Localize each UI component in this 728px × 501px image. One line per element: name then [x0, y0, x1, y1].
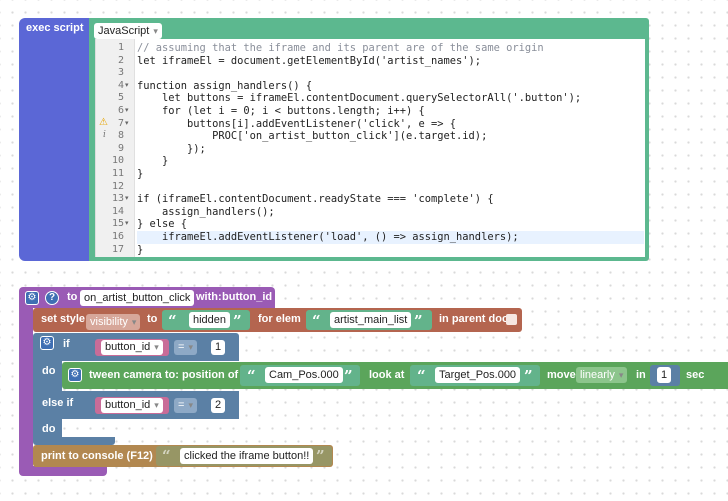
- quote-open-icon: “: [247, 367, 256, 385]
- do-label: do: [42, 423, 56, 435]
- line-number: 16: [111, 230, 124, 242]
- line-number: 15: [111, 218, 124, 230]
- line-numbers: 1 2 3 4 5 6 7 8 9 10 11 12 13 14 15 16 17: [96, 42, 124, 256]
- fold-markers: ▾ ▾ ▾ ▾ ▾: [125, 42, 135, 231]
- code-line[interactable]: iframeEl.addEventListener('load', () => …: [137, 230, 644, 244]
- line-number: 1: [117, 42, 124, 53]
- code-line[interactable]: } else {: [137, 218, 644, 231]
- line-number: 11: [111, 167, 124, 179]
- fold-arrow-icon[interactable]: ▾: [125, 218, 135, 231]
- gear-icon[interactable]: ⚙: [68, 368, 82, 382]
- line-number: 10: [111, 155, 124, 167]
- language-dropdown[interactable]: JavaScript: [94, 23, 162, 39]
- fold-arrow-icon[interactable]: ▾: [125, 80, 135, 93]
- line-number: 6: [117, 104, 124, 116]
- print-console-label: print to console (F12): [41, 450, 153, 462]
- quote-close-icon: ”: [524, 367, 533, 385]
- code-line[interactable]: [137, 181, 644, 194]
- camera-position-field[interactable]: Cam_Pos.000: [265, 367, 343, 383]
- line-number: 3: [117, 67, 124, 79]
- quote-open-icon: “: [312, 312, 321, 330]
- exec-script-block[interactable]: exec script JavaScript ⚠ i 1234567891011…: [19, 18, 649, 261]
- language-selector[interactable]: JavaScript: [94, 21, 162, 39]
- procedure-to-label: to: [67, 291, 78, 303]
- do-label: do: [42, 365, 56, 377]
- quote-open-icon: “: [168, 312, 177, 330]
- line-number: 4: [117, 79, 124, 91]
- code-line[interactable]: if (iframeEl.contentDocument.readyState …: [137, 193, 644, 206]
- code-line[interactable]: function assign_handlers() {: [137, 80, 644, 93]
- procedure-name-field[interactable]: on_artist_button_click: [80, 290, 195, 306]
- compare-op-dropdown[interactable]: =: [174, 398, 197, 413]
- quote-close-icon: ”: [414, 312, 423, 330]
- if-bottom-bar: [33, 437, 115, 445]
- tween-camera-label: tween camera to:: [89, 369, 179, 381]
- code-line[interactable]: }: [137, 244, 644, 257]
- number-field[interactable]: 2: [211, 398, 226, 413]
- code-line[interactable]: let iframeEl = document.getElementById('…: [137, 55, 644, 68]
- fold-arrow-icon[interactable]: ▾: [125, 105, 135, 118]
- code-line[interactable]: }: [137, 155, 644, 168]
- code-line[interactable]: // assuming that the iframe and its pare…: [137, 42, 644, 55]
- quote-close-icon: ”: [316, 447, 325, 465]
- code-line[interactable]: });: [137, 143, 644, 156]
- exec-script-bar[interactable]: [19, 18, 93, 261]
- move-label: move: [547, 369, 576, 381]
- print-text-field[interactable]: clicked the iframe button!!: [180, 448, 314, 464]
- fold-arrow-icon[interactable]: ▾: [125, 118, 135, 131]
- procedure-left-bar: [19, 307, 33, 470]
- quote-open-icon: “: [162, 447, 171, 465]
- procedure-bottom-bar: [19, 466, 107, 476]
- target-position-field[interactable]: Target_Pos.000: [435, 367, 521, 383]
- code-line[interactable]: [137, 67, 644, 80]
- in-parent-checkbox[interactable]: [506, 314, 517, 325]
- style-property-dropdown[interactable]: visibility: [86, 312, 141, 330]
- set-style-label: set style: [41, 313, 86, 325]
- number-field[interactable]: 1: [211, 340, 226, 355]
- line-number: 17: [111, 243, 124, 255]
- seconds-field[interactable]: 1: [657, 367, 672, 383]
- line-number: 12: [111, 180, 124, 192]
- code-lines[interactable]: // assuming that the iframe and its pare…: [137, 42, 644, 256]
- quote-close-icon: ”: [344, 367, 353, 385]
- code-line[interactable]: buttons[i].addEventListener('click', e =…: [137, 118, 644, 131]
- position-of-label: position of: [182, 369, 239, 381]
- hidden-value-field[interactable]: hidden: [189, 312, 231, 328]
- look-at-label: look at: [369, 369, 405, 381]
- line-number: 5: [117, 92, 124, 104]
- help-icon[interactable]: ?: [45, 291, 59, 305]
- line-number: 7: [117, 117, 124, 129]
- code-editor[interactable]: ⚠ i 1 2 3 4 5 6 7 8 9 10 11 12 13 14 15 16 17 ▾ ▾ ▾ ▾ ▾ …: [95, 39, 645, 257]
- fold-arrow-icon[interactable]: ▾: [125, 193, 135, 206]
- code-line[interactable]: let buttons = iframeEl.contentDocument.q…: [137, 92, 644, 105]
- line-number: 2: [117, 54, 124, 66]
- for-elem-label: for elem: [258, 313, 301, 325]
- else-if-label: else if: [42, 397, 74, 409]
- compare-op-dropdown[interactable]: =: [174, 340, 197, 355]
- button-id-var-dropdown[interactable]: button_id: [101, 340, 163, 355]
- line-number: 14: [111, 205, 124, 217]
- set-style-to-label: to: [147, 313, 158, 325]
- code-line[interactable]: for (let i = 0; i < buttons.length; i++)…: [137, 105, 644, 118]
- line-number: 9: [117, 142, 124, 154]
- procedure-param: button_id: [222, 291, 273, 303]
- quote-close-icon: ”: [233, 312, 242, 330]
- quote-open-icon: “: [417, 367, 426, 385]
- gear-icon[interactable]: ⚙: [25, 291, 39, 305]
- code-line[interactable]: PROC['on_artist_button_click'](e.target.…: [137, 130, 644, 143]
- line-number: 8: [117, 130, 124, 142]
- code-line[interactable]: }: [137, 168, 644, 181]
- gear-icon[interactable]: ⚙: [40, 336, 54, 350]
- line-number: 13: [111, 193, 124, 205]
- in-label: in: [636, 369, 646, 381]
- procedure-with-label: with:: [196, 291, 222, 303]
- button-id-var-dropdown[interactable]: button_id: [101, 398, 163, 413]
- exec-script-label: exec script: [26, 22, 84, 34]
- elem-value-field[interactable]: artist_main_list: [330, 312, 412, 328]
- in-parent-doc-label: in parent doc: [439, 313, 509, 325]
- if-label: if: [63, 338, 70, 350]
- sec-label: sec: [686, 369, 705, 381]
- easing-dropdown[interactable]: linearly: [576, 367, 628, 383]
- code-line[interactable]: assign_handlers();: [137, 206, 644, 219]
